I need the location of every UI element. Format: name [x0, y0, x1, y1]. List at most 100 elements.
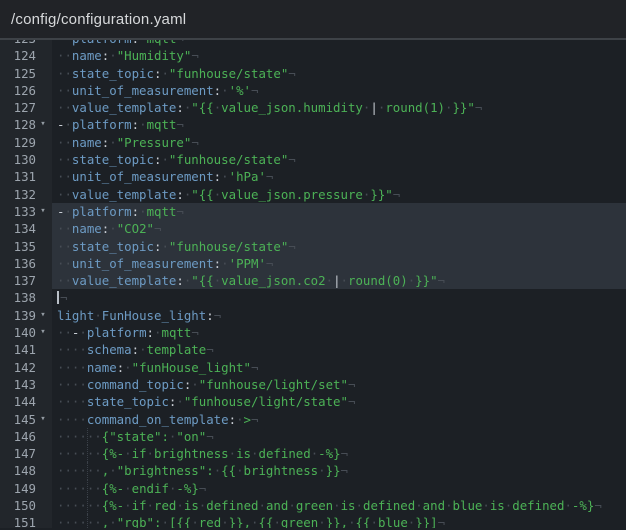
line-number[interactable]: 141	[0, 341, 36, 358]
line-number[interactable]: 133	[0, 203, 36, 220]
code-text[interactable]: ······{%-·if·red·is·defined·and·green·is…	[52, 497, 626, 514]
gutter-cell[interactable]: 128▾	[0, 116, 52, 133]
fold-arrow-icon[interactable]: ▾	[36, 324, 50, 341]
code-line-127[interactable]: 127 ··value_template:·"{{·value_json.humi…	[0, 99, 626, 116]
gutter-cell[interactable]: 150	[0, 497, 52, 514]
code-text[interactable]: ··unit_of_measurement:·'hPa'¬	[52, 168, 626, 185]
code-text[interactable]: ····command_on_template:·>¬	[52, 411, 626, 428]
code-text[interactable]: ··state_topic:·"funhouse/state"¬	[52, 238, 626, 255]
line-number[interactable]: 136	[0, 255, 36, 272]
gutter-cell[interactable]: 149	[0, 480, 52, 497]
gutter-cell[interactable]: 147	[0, 445, 52, 462]
code-line-134[interactable]: 134 ··name:·"CO2"¬	[0, 220, 626, 237]
fold-arrow-icon[interactable]: ▾	[36, 116, 50, 133]
code-text[interactable]: ··value_template:·"{{·value_json.co2·|·r…	[52, 272, 626, 289]
code-text[interactable]: ······{%-·if·brightness·is·defined·-%}¬	[52, 445, 626, 462]
code-line-145[interactable]: 145▾····command_on_template:·>¬	[0, 411, 626, 428]
code-text[interactable]: ······,·"rgb":·[{{·red·}},·{{·green·}},·…	[52, 514, 626, 528]
code-editor[interactable]: 123▾-·platform:·mqtt¬124··name:·"Humidit…	[0, 40, 626, 528]
line-number[interactable]: 148	[0, 462, 36, 479]
code-line-150[interactable]: 150······{%-·if·red·is·defined·and·green…	[0, 497, 626, 514]
code-text[interactable]: ····state_topic:·"funhouse/light/state"¬	[52, 393, 626, 410]
gutter-cell[interactable]: 137	[0, 272, 52, 289]
code-line-137[interactable]: 137··value_template:·"{{·value_json.co2·…	[0, 272, 626, 289]
gutter-cell[interactable]: 151	[0, 514, 52, 528]
code-text[interactable]: ····command_topic:·"funhouse/light/set"¬	[52, 376, 626, 393]
code-text[interactable]: ····schema:·template¬	[52, 341, 626, 358]
fold-arrow-icon[interactable]: ▾	[36, 307, 50, 324]
code-line-140[interactable]: 140▾··-·platform:·mqtt¬	[0, 324, 626, 341]
code-line-149[interactable]: 149 ······{%-·endif·-%}¬	[0, 480, 626, 497]
line-number[interactable]: 134	[0, 220, 36, 237]
code-text[interactable]: ······{"state":·"on"¬	[52, 428, 626, 445]
code-line-144[interactable]: 144 ····state_topic:·"funhouse/light/stat…	[0, 393, 626, 410]
gutter-cell[interactable]: 138	[0, 289, 52, 306]
code-line-130[interactable]: 130··state_topic:·"funhouse/state"¬	[0, 151, 626, 168]
gutter-cell[interactable]: 126	[0, 82, 52, 99]
code-text[interactable]: ······{%-·endif·-%}¬	[52, 480, 626, 497]
gutter-cell[interactable]: 144	[0, 393, 52, 410]
gutter-cell[interactable]: 140▾	[0, 324, 52, 341]
line-number[interactable]: 128	[0, 116, 36, 133]
code-line-135[interactable]: 135 ··state_topic:·"funhouse/state"¬	[0, 238, 626, 255]
fold-arrow-icon[interactable]: ▾	[36, 203, 50, 220]
gutter-cell[interactable]: 136	[0, 255, 52, 272]
code-text[interactable]: ··value_template:·"{{·value_json.humidit…	[52, 99, 626, 116]
line-number[interactable]: 140	[0, 324, 36, 341]
code-text[interactable]: ··unit_of_measurement:·'PPM'¬	[52, 255, 626, 272]
code-line-139[interactable]: 139▾light·FunHouse_light:¬	[0, 307, 626, 324]
gutter-cell[interactable]: 148	[0, 462, 52, 479]
code-line-136[interactable]: 136 ··unit_of_measurement:·'PPM'¬	[0, 255, 626, 272]
gutter-cell[interactable]: 127	[0, 99, 52, 116]
line-number[interactable]: 149	[0, 480, 36, 497]
line-number[interactable]: 131	[0, 168, 36, 185]
code-line-124[interactable]: 124··name:·"Humidity"¬	[0, 47, 626, 64]
line-number[interactable]: 144	[0, 393, 36, 410]
gutter-cell[interactable]: 141	[0, 341, 52, 358]
line-number[interactable]: 146	[0, 428, 36, 445]
code-text[interactable]: ··unit_of_measurement:·'%'¬	[52, 82, 626, 99]
code-text[interactable]: ······,·"brightness":·{{·brightness·}}¬	[52, 462, 626, 479]
gutter-cell[interactable]: 139▾	[0, 307, 52, 324]
gutter-cell[interactable]: 124	[0, 47, 52, 64]
code-line-125[interactable]: 125 ··state_topic:·"funhouse/state"¬	[0, 65, 626, 82]
code-text[interactable]: ··state_topic:·"funhouse/state"¬	[52, 65, 626, 82]
line-number[interactable]: 124	[0, 47, 36, 64]
line-number[interactable]: 135	[0, 238, 36, 255]
gutter-cell[interactable]: 132	[0, 186, 52, 203]
code-line-141[interactable]: 141 ····schema:·template¬	[0, 341, 626, 358]
code-line-133[interactable]: 133▾-·platform:·mqtt¬	[0, 203, 626, 220]
gutter-cell[interactable]: 131	[0, 168, 52, 185]
gutter-cell[interactable]: 130	[0, 151, 52, 168]
line-number[interactable]: 125	[0, 65, 36, 82]
code-line-143[interactable]: 143 ····command_topic:·"funhouse/light/se…	[0, 376, 626, 393]
code-line-151[interactable]: 151······,·"rgb":·[{{·red·}},·{{·green·}…	[0, 514, 626, 528]
line-number[interactable]: 126	[0, 82, 36, 99]
code-line-129[interactable]: 129 ··name:·"Pressure"¬	[0, 134, 626, 151]
code-line-147[interactable]: 147 ······{%-·if·brightness·is·defined·-%…	[0, 445, 626, 462]
line-number[interactable]: 132	[0, 186, 36, 203]
code-text[interactable]: ··name:·"CO2"¬	[52, 220, 626, 237]
code-line-128[interactable]: 128▾-·platform:·mqtt¬	[0, 116, 626, 133]
code-text[interactable]: ··value_template:·"{{·value_json.pressur…	[52, 186, 626, 203]
gutter-cell[interactable]: 125	[0, 65, 52, 82]
line-number[interactable]: 147	[0, 445, 36, 462]
code-text[interactable]: ··name:·"Pressure"¬	[52, 134, 626, 151]
code-line-131[interactable]: 131 ··unit_of_measurement:·'hPa'¬	[0, 168, 626, 185]
code-text[interactable]: -·platform:·mqtt¬	[52, 40, 626, 47]
code-line-146[interactable]: 146 ······{"state":·"on"¬	[0, 428, 626, 445]
line-number[interactable]: 142	[0, 359, 36, 376]
code-line-148[interactable]: 148 ······,·"brightness":·{{·brightness·}…	[0, 462, 626, 479]
gutter-cell[interactable]: 145▾	[0, 411, 52, 428]
line-number[interactable]: 143	[0, 376, 36, 393]
line-number[interactable]: 145	[0, 411, 36, 428]
gutter-cell[interactable]: 135	[0, 238, 52, 255]
code-text[interactable]: light·FunHouse_light:¬	[52, 307, 626, 324]
line-number[interactable]: 127	[0, 99, 36, 116]
line-number[interactable]: 129	[0, 134, 36, 151]
line-number[interactable]: 123	[0, 40, 36, 47]
fold-arrow-icon[interactable]: ▾	[36, 411, 50, 428]
fold-arrow-icon[interactable]: ▾	[36, 40, 50, 47]
code-text[interactable]: ··state_topic:·"funhouse/state"¬	[52, 151, 626, 168]
code-line-142[interactable]: 142····name:·"funHouse_light"¬	[0, 359, 626, 376]
